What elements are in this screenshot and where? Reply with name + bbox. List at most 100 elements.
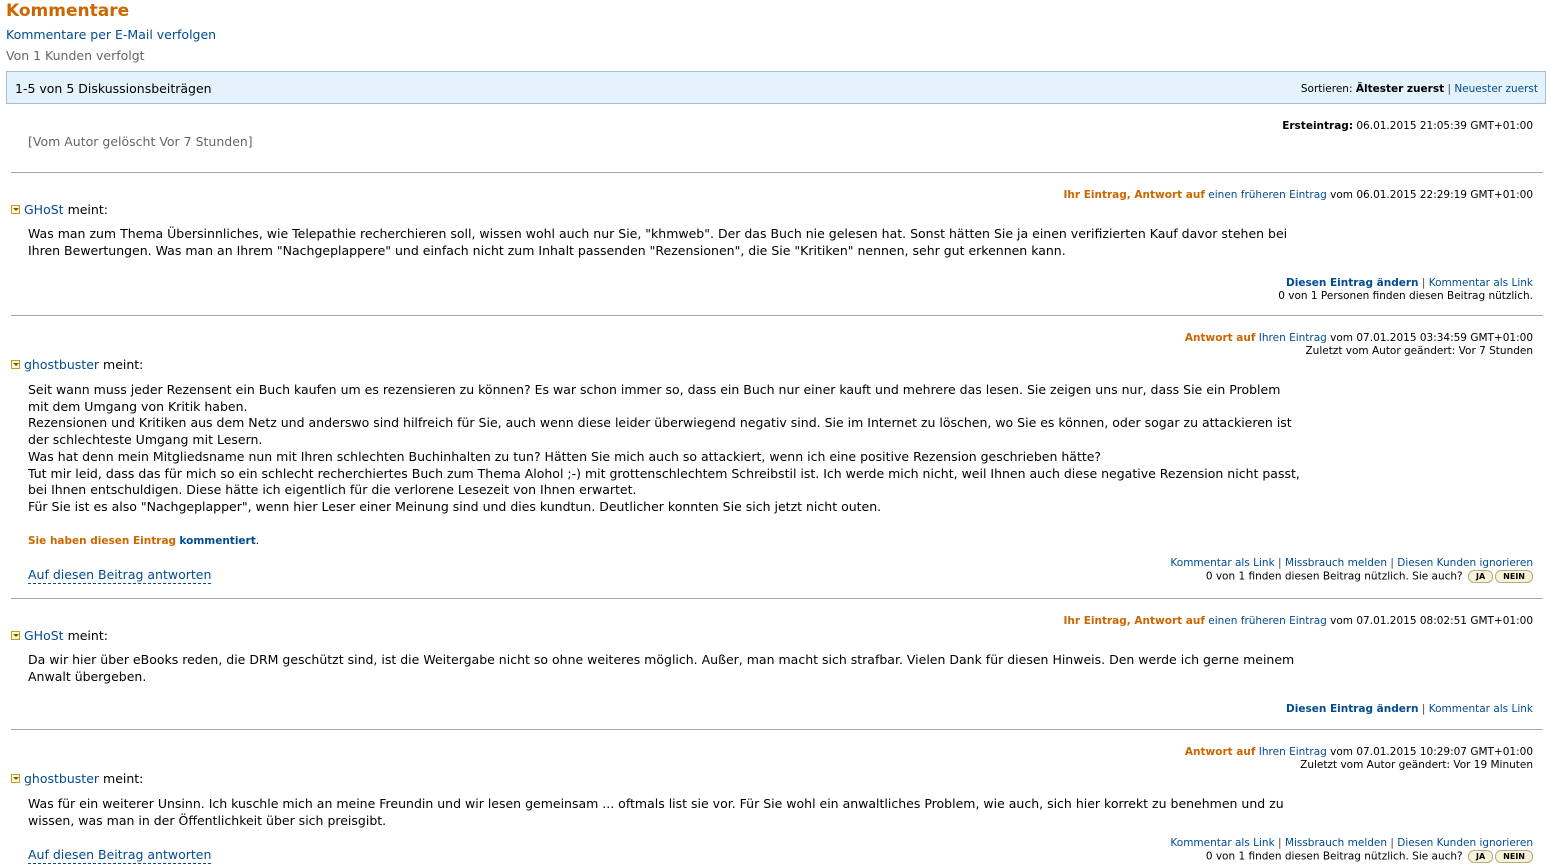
post-date: vom 07.01.2015 10:29:07 GMT+01:00 xyxy=(1330,746,1533,758)
action-separator: | xyxy=(1278,557,1282,569)
deleted-entry-text: [Vom Autor gelöscht Vor 7 Stunden] xyxy=(28,134,253,149)
action-separator: | xyxy=(1421,703,1426,715)
post-body-line: Was für ein weiterer Unsinn. Ich kuschle… xyxy=(28,796,1284,811)
parent-post-link[interactable]: Ihren Eintrag xyxy=(1259,332,1327,344)
discussion-header-bar: 1-5 von 5 Diskussionsbeiträgen Sortieren… xyxy=(6,71,1546,104)
post-actions: Kommentar als Link | Missbrauch melden |… xyxy=(1170,557,1533,584)
post-body-line: bei Ihnen entschuldigen. Diese hätte ich… xyxy=(28,482,637,498)
post-body: Was für ein weiterer Unsinn. Ich kuschle… xyxy=(28,796,1318,829)
author-link[interactable]: GHoSt xyxy=(24,202,64,217)
parent-post-link[interactable]: einen früheren Eintrag xyxy=(1208,189,1327,201)
first-entry-date: 06.01.2015 21:05:39 GMT+01:00 xyxy=(1356,120,1533,132)
post-meta: Antwort auf Ihren Eintrag vom 07.01.2015… xyxy=(1185,332,1533,357)
commented-link[interactable]: kommentiert xyxy=(179,535,255,547)
vote-no-button[interactable]: NEIN xyxy=(1495,850,1533,863)
post-meta: Ihr Eintrag, Antwort auf einen früheren … xyxy=(1064,615,1533,627)
post-body-line: Für Sie ist es also "Nachgeplapper", wen… xyxy=(28,498,882,514)
post-edited-note: Zuletzt vom Autor geändert: Vor 19 Minut… xyxy=(1300,758,1533,771)
report-abuse-link[interactable]: Missbrauch melden xyxy=(1285,557,1387,569)
permalink-link[interactable]: Kommentar als Link xyxy=(1170,557,1274,569)
divider xyxy=(11,598,1543,599)
post-body-line: Was hat denn mein Mitgliedsname nun mit … xyxy=(28,448,1102,464)
sort-oldest: Ältester zuerst xyxy=(1355,83,1445,95)
post-body: Was man zum Thema Übersinnliches, wie Te… xyxy=(28,226,1318,259)
post-body-line: Seit wann muss jeder Rezensent ein Buch … xyxy=(28,382,1281,397)
author-says: meint: xyxy=(67,628,108,643)
post-body-line: Da wir hier über eBooks reden, die DRM g… xyxy=(28,652,1295,667)
post-meta: Ihr Eintrag, Antwort auf einen früheren … xyxy=(1064,189,1533,201)
commented-note: Sie haben diesen Eintrag kommentiert. xyxy=(28,535,259,547)
vote-yes-button[interactable]: JA xyxy=(1467,570,1494,583)
post-body-line: Tut mir leid, dass das für mich so ein s… xyxy=(28,465,1300,481)
post-actions: Diesen Eintrag ändern | Kommentar als Li… xyxy=(1278,277,1533,302)
author-says: meint: xyxy=(67,202,108,217)
page-title: Kommentare xyxy=(6,1,130,21)
reply-link[interactable]: Auf diesen Beitrag antworten xyxy=(28,847,212,864)
action-separator: | xyxy=(1390,837,1394,849)
commented-suffix: . xyxy=(255,535,260,547)
collapse-toggle-icon[interactable] xyxy=(11,205,20,214)
comments-page: Kommentare Kommentare per E-Mail verfolg… xyxy=(0,0,1553,864)
ignore-customer-link[interactable]: Diesen Kunden ignorieren xyxy=(1397,557,1533,569)
post-body-line: wissen, was man in der Öffentlichkeit üb… xyxy=(28,812,387,828)
post-reply-to-label: Antwort auf xyxy=(1184,746,1256,758)
reply-container: Auf diesen Beitrag antworten xyxy=(28,564,212,584)
reply-link[interactable]: Auf diesen Beitrag antworten xyxy=(28,567,212,584)
collapse-toggle-icon[interactable] xyxy=(11,774,20,783)
commented-prefix: Sie haben diesen Eintrag xyxy=(28,535,177,547)
post-actions: Diesen Eintrag ändern | Kommentar als Li… xyxy=(1286,703,1533,715)
sort-controls: Sortieren: Ältester zuerst | Neuester zu… xyxy=(1301,83,1538,95)
vote-yes-button[interactable]: JA xyxy=(1467,850,1494,863)
sort-separator: | xyxy=(1447,83,1451,95)
post-date: vom 06.01.2015 22:29:19 GMT+01:00 xyxy=(1330,189,1533,201)
action-separator: | xyxy=(1390,557,1394,569)
edit-post-link[interactable]: Diesen Eintrag ändern xyxy=(1286,277,1419,289)
post-body: Seit wann muss jeder Rezensent ein Buch … xyxy=(28,382,1328,516)
edit-post-link[interactable]: Diesen Eintrag ändern xyxy=(1286,703,1419,715)
author-link[interactable]: ghostbuster xyxy=(24,771,99,786)
post-body: Da wir hier über eBooks reden, die DRM g… xyxy=(28,652,1318,685)
post-date: vom 07.01.2015 08:02:51 GMT+01:00 xyxy=(1330,615,1533,627)
vote-no-button[interactable]: NEIN xyxy=(1495,570,1533,583)
post-author-line: ghostbuster meint: xyxy=(11,771,143,786)
post-body-line: der schlechteste Umgang mit Lesern. xyxy=(28,432,263,448)
permalink-link[interactable]: Kommentar als Link xyxy=(1170,837,1274,849)
follow-email-link[interactable]: Kommentare per E-Mail verfolgen xyxy=(6,27,216,42)
ignore-customer-link[interactable]: Diesen Kunden ignorieren xyxy=(1397,837,1533,849)
post-body-line: mit dem Umgang von Kritik haben. xyxy=(28,398,248,414)
parent-post-link[interactable]: einen früheren Eintrag xyxy=(1208,615,1327,627)
sort-label: Sortieren: xyxy=(1300,83,1353,95)
post-meta: Antwort auf Ihren Eintrag vom 07.01.2015… xyxy=(1185,746,1533,771)
post-count: 1-5 von 5 Diskussionsbeiträgen xyxy=(15,81,212,96)
divider xyxy=(11,172,1543,173)
collapse-toggle-icon[interactable] xyxy=(11,631,20,640)
author-says: meint: xyxy=(103,771,144,786)
post-reply-to-label: Ihr Eintrag, Antwort auf xyxy=(1063,615,1205,627)
post-body-line: Was man zum Thema Übersinnliches, wie Te… xyxy=(28,226,1288,241)
post-edited-note: Zuletzt vom Autor geändert: Vor 7 Stunde… xyxy=(1305,344,1533,357)
post-author-line: GHoSt meint: xyxy=(11,628,108,643)
author-link[interactable]: ghostbuster xyxy=(24,357,99,372)
permalink-link[interactable]: Kommentar als Link xyxy=(1429,277,1533,289)
first-entry-label: Ersteintrag: xyxy=(1282,120,1354,132)
sort-newest-link[interactable]: Neuester zuerst xyxy=(1454,83,1538,95)
post-author-line: GHoSt meint: xyxy=(11,202,108,217)
helpful-count: 0 von 1 finden diesen Beitrag nützlich. … xyxy=(1205,850,1463,863)
divider xyxy=(11,729,1543,730)
report-abuse-link[interactable]: Missbrauch melden xyxy=(1285,837,1387,849)
post-body-line: Anwalt übergeben. xyxy=(28,668,147,684)
post-reply-to-label: Ihr Eintrag, Antwort auf xyxy=(1063,189,1205,201)
author-link[interactable]: GHoSt xyxy=(24,628,64,643)
post-body-line: Ihren Bewertungen. Was man an Ihrem "Nac… xyxy=(28,242,1066,258)
action-separator: | xyxy=(1278,837,1282,849)
collapse-toggle-icon[interactable] xyxy=(11,360,20,369)
author-says: meint: xyxy=(103,357,144,372)
first-entry-meta: Ersteintrag: 06.01.2015 21:05:39 GMT+01:… xyxy=(1282,120,1533,132)
followers-count: Von 1 Kunden verfolgt xyxy=(6,48,145,63)
reply-container: Auf diesen Beitrag antworten xyxy=(28,844,212,864)
action-separator: | xyxy=(1421,277,1426,289)
parent-post-link[interactable]: Ihren Eintrag xyxy=(1259,746,1327,758)
permalink-link[interactable]: Kommentar als Link xyxy=(1429,703,1533,715)
post-actions: Kommentar als Link | Missbrauch melden |… xyxy=(1170,837,1533,864)
post-body-line: Rezensionen und Kritiken aus dem Netz un… xyxy=(28,415,1292,431)
